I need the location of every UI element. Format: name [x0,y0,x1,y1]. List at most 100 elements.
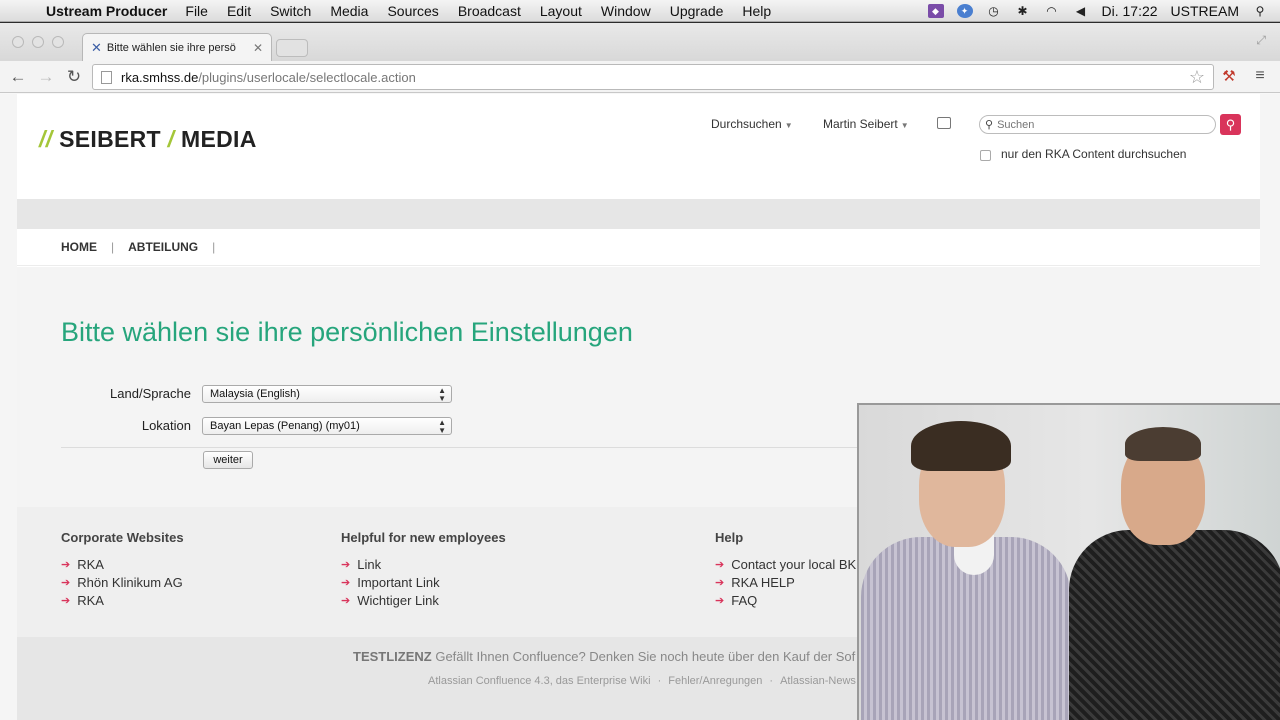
location-value: Bayan Lepas (Penang) (my01) [210,420,360,432]
menu-upgrade[interactable]: Upgrade [670,3,724,19]
arrow-right-icon: ➔ [341,558,351,571]
footer-link[interactable]: ➔ Rhön Klinikum AG [61,573,184,591]
status-area: ◆ ✦ ◷ ✱ ◠ ◀ Di. 17:22 USTREAM ⚲ [927,3,1280,19]
menu-broadcast[interactable]: Broadcast [458,3,521,19]
logo-word-1: SEIBERT [59,126,161,152]
wifi-icon[interactable]: ◠ [1044,4,1060,18]
sync-icon[interactable]: ✦ [956,3,973,18]
nav-home[interactable]: HOME [61,240,97,254]
address-bar[interactable]: rka.smhss.de /plugins/userlocale/selectl… [92,64,1214,90]
chevron-down-icon: ▼ [900,121,909,130]
footer-link-label: Link [357,556,382,572]
clock[interactable]: Di. 17:22 [1102,3,1158,19]
footer-link[interactable]: ➔ RKA [61,591,184,609]
footer-link[interactable]: ➔ RKA HELP [715,573,856,591]
footer-meta-links: Atlassian Confluence 4.3, das Enterprise… [428,675,856,687]
footer-link[interactable]: ➔ Contact your local BK [715,555,856,573]
footer-column-title: Help [715,530,744,545]
webcam-overlay [857,403,1280,720]
arrow-right-icon: ➔ [61,594,71,607]
arrow-right-icon: ➔ [341,594,351,607]
app-menu[interactable]: Ustream Producer [46,3,167,19]
browse-menu[interactable]: Durchsuchen ▼ [711,117,793,131]
tab-title: Bitte wählen sie ihre persö [106,41,236,54]
location-select[interactable]: Bayan Lepas (Penang) (my01) ▲ ▼ [202,417,452,435]
browse-label: Durchsuchen [711,117,782,131]
country-select[interactable]: Malaysia (English) ▲ ▼ [202,385,452,403]
arrow-right-icon: ➔ [715,576,725,589]
footer-column-help: Help ➔ Contact your local BK ➔ RKA HELP ➔ F… [715,530,856,609]
footer-link-label: FAQ [731,592,758,608]
site-header: // SEIBERT / MEDIA Durchsuchen ▼ Martin S… [17,94,1260,199]
zoom-window-button[interactable] [52,36,64,48]
back-icon[interactable]: ← [4,67,32,87]
feedback-link[interactable]: Fehler/Anregungen [668,675,762,687]
header-band [17,199,1260,229]
license-notice: TESTLIZENZ Gefällt Ihnen Confluence? Den… [353,649,855,664]
license-message: Gefällt Ihnen Confluence? Denken Sie noc… [435,649,856,664]
footer-link-label: Important Link [357,574,440,590]
seibert-media-logo[interactable]: // SEIBERT / MEDIA [39,126,257,153]
new-tab-button[interactable] [276,39,308,57]
confluence-version-link[interactable]: Atlassian Confluence 4.3, das Enterprise… [428,675,651,687]
footer-link[interactable]: ➔ Link [341,555,506,573]
submit-button[interactable]: weiter [203,451,253,469]
extension-icon[interactable]: ⚒ [1219,67,1239,87]
menu-switch[interactable]: Switch [270,3,311,19]
footer-column-title: Helpful for new employees [341,530,506,545]
person-right-hair [1125,427,1201,461]
app-status-icon[interactable]: ◆ [927,3,944,18]
tab-strip: ✕ Bitte wählen sie ihre persö ✕ ⤢ [0,23,1280,61]
nav-abteilung[interactable]: ABTEILUNG [128,240,198,254]
footer-link[interactable]: ➔ RKA [61,555,184,573]
reload-icon[interactable]: ↻ [60,67,88,87]
close-tab-icon[interactable]: ✕ [253,41,263,55]
menu-layout[interactable]: Layout [540,3,582,19]
search-field[interactable]: ⚲ [979,115,1216,134]
menu-edit[interactable]: Edit [227,3,251,19]
search-input[interactable] [997,118,1198,131]
time-machine-icon[interactable]: ◷ [986,4,1002,18]
confluence-favicon-icon: ✕ [91,39,102,55]
fullscreen-icon[interactable]: ⤢ [1256,33,1266,48]
search-button[interactable]: ⚲ [1220,114,1241,135]
browser-tab-active[interactable]: ✕ Bitte wählen sie ihre persö ✕ [82,33,272,61]
select-arrows-icon: ▲ ▼ [438,418,446,435]
menu-media[interactable]: Media [330,3,368,19]
workbox-icon[interactable] [937,117,951,129]
atlassian-news-link[interactable]: Atlassian-News [780,675,856,687]
footer-link-label: Wichtiger Link [357,592,439,608]
license-strong: TESTLIZENZ [353,649,432,664]
macos-menubar: Ustream Producer File Edit Switch Media … [0,0,1280,22]
form-divider [61,447,861,448]
menu-help[interactable]: Help [742,3,771,19]
bookmark-star-icon[interactable]: ☆ [1189,67,1205,88]
menu-window[interactable]: Window [601,3,651,19]
minimize-window-button[interactable] [32,36,44,48]
user-menu[interactable]: Martin Seibert ▼ [823,117,909,131]
volume-icon[interactable]: ◀ [1073,4,1089,18]
person-left-hair [911,421,1011,471]
menu-file[interactable]: File [185,3,208,19]
browser-toolbar: ← → ↻ rka.smhss.de /plugins/userlocale/s… [0,61,1280,93]
select-arrows-icon: ▲ ▼ [438,386,446,403]
logo-word-2: MEDIA [181,126,257,152]
country-label: Land/Sprache [110,386,191,401]
arrow-right-icon: ➔ [715,594,725,607]
account-name[interactable]: USTREAM [1171,3,1239,19]
browser-menu-icon[interactable]: ≡ [1251,67,1269,87]
rka-scope-checkbox[interactable] [980,150,991,161]
footer-link[interactable]: ➔ Wichtiger Link [341,591,506,609]
bluetooth-icon[interactable]: ✱ [1015,4,1031,18]
menu-sources[interactable]: Sources [387,3,438,19]
spotlight-icon[interactable]: ⚲ [1252,4,1268,18]
close-window-button[interactable] [12,36,24,48]
footer-link-label: RKA [77,556,104,572]
forward-icon[interactable]: → [32,67,60,87]
footer-link[interactable]: ➔ FAQ [715,591,856,609]
footer-column-title: Corporate Websites [61,530,184,545]
breadcrumb: HOME | ABTEILUNG | [17,229,1260,266]
arrow-right-icon: ➔ [61,558,71,571]
footer-link[interactable]: ➔ Important Link [341,573,506,591]
url-path: /plugins/userlocale/selectlocale.action [198,69,416,85]
